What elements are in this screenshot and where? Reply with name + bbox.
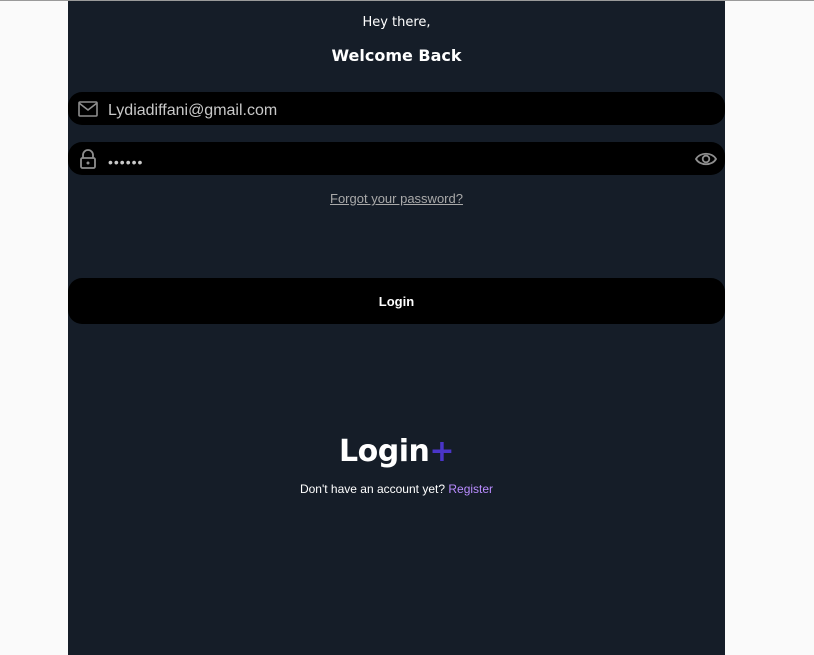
eye-icon[interactable] xyxy=(694,149,718,169)
brand-logo: Login+ xyxy=(68,434,725,469)
brand-name: Login xyxy=(339,434,430,469)
password-field-container[interactable] xyxy=(68,142,725,175)
register-prompt-text: Don't have an account yet? xyxy=(299,482,446,496)
email-field[interactable] xyxy=(108,92,678,125)
login-button[interactable]: Login xyxy=(68,278,725,324)
plus-icon: + xyxy=(429,434,454,469)
email-field-container[interactable] xyxy=(68,92,725,125)
login-panel: Hey there, Welcome Back Forgot xyxy=(68,1,725,655)
lock-icon xyxy=(78,149,98,169)
password-field[interactable] xyxy=(108,142,678,175)
greeting-text: Hey there, xyxy=(362,15,431,30)
forgot-password-link[interactable]: Forgot your password? xyxy=(330,191,463,206)
register-link[interactable]: Register xyxy=(448,482,493,496)
forgot-password-container: Forgot your password? xyxy=(68,190,725,208)
page-title: Welcome Back xyxy=(331,46,462,65)
register-prompt: Don't have an account yet? Register xyxy=(68,482,725,496)
mail-icon xyxy=(78,99,98,119)
